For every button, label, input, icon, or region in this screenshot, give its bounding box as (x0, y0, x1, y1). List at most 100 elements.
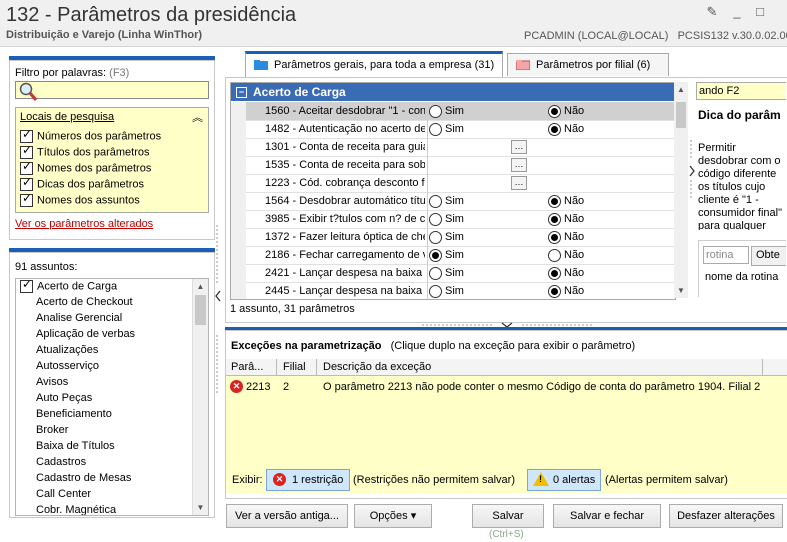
scroll-up-icon[interactable]: ▲ (674, 82, 688, 97)
subjects-list[interactable]: Acerto de Carga Acerto de Checkout Anali… (15, 278, 209, 516)
restrictions-button[interactable]: ✕ 1 restrição (266, 469, 350, 491)
scroll-up-icon[interactable]: ▲ (193, 279, 208, 294)
radio-sim[interactable] (429, 267, 442, 280)
param-row[interactable]: 1301 - Conta de receita para guia … (231, 138, 675, 157)
exception-row[interactable]: ✕ 2213 2 O parâmetro 2213 não pode conte… (226, 377, 766, 395)
exception-filial: 2 (283, 381, 290, 393)
lookup-button[interactable]: … (511, 158, 527, 172)
param-row[interactable]: 1535 - Conta de receita para sobr … (231, 156, 675, 175)
undo-changes-button[interactable]: Desfazer alterações (669, 504, 783, 528)
left-splitter[interactable] (214, 225, 222, 395)
collapse-icon[interactable]: − (236, 87, 247, 98)
radio-nao[interactable] (548, 285, 561, 298)
subjects-panel: 91 assuntos: Acerto de Carga Acerto de C… (9, 252, 215, 518)
subject-item[interactable]: Acerto de Checkout (36, 296, 133, 312)
collapse-icon[interactable]: ︽ (192, 109, 203, 125)
maximize-icon[interactable]: □ (751, 4, 769, 19)
dropdown-arrow-icon: ▾ (410, 510, 417, 522)
param-row[interactable]: 2186 - Fechar carregamento de v Sim Não (231, 246, 675, 265)
subject-item[interactable]: Auto Peças (36, 392, 92, 408)
subject-item[interactable]: Cadastro de Mesas (36, 472, 131, 488)
subject-item[interactable]: Aplicação de verbas (36, 328, 135, 344)
param-row[interactable]: 1482 - Autenticação no acerto de Sim Não (231, 120, 675, 139)
rotina-input[interactable]: rotina (703, 246, 749, 264)
param-row[interactable]: 1372 - Fazer leitura óptica de che Sim N… (231, 228, 675, 247)
subject-item[interactable]: Avisos (36, 376, 68, 392)
subject-item[interactable]: Cobr. Magnética (36, 504, 116, 515)
edit-icon[interactable]: ✎ (703, 4, 721, 20)
tab-general-params[interactable]: Parâmetros gerais, para toda a empresa (… (245, 51, 503, 78)
subject-item[interactable]: Analise Gerencial (36, 312, 122, 328)
radio-label: Não (564, 123, 585, 135)
param-row[interactable]: 2445 - Lançar despesa na baixa a Sim Não (231, 282, 675, 299)
radio-nao[interactable] (548, 267, 561, 280)
subject-item[interactable]: Cadastros (36, 456, 86, 472)
subject-item[interactable]: Autosserviço (36, 360, 99, 376)
params-grid: − Acerto de Carga 1560 - Aceitar desdobra… (230, 82, 676, 300)
subject-item[interactable]: Baixa de Títulos (36, 440, 115, 456)
subject-item[interactable]: Atualizações (36, 344, 98, 360)
column-filial[interactable]: Filial (283, 361, 306, 373)
radio-sim[interactable] (429, 249, 442, 262)
save-close-button[interactable]: Salvar e fechar (553, 504, 661, 528)
options-button[interactable]: Opções ▾ (354, 504, 432, 528)
location-checkbox[interactable]: Dicas dos parâmetros (20, 175, 144, 194)
location-checkbox[interactable]: Números dos parâmetros (20, 127, 161, 146)
column-description[interactable]: Descrição da exceção (323, 361, 431, 373)
scroll-thumb[interactable] (676, 102, 686, 128)
lookup-button[interactable]: … (511, 176, 527, 190)
location-checkbox[interactable]: Nomes dos assuntos (20, 191, 140, 210)
radio-sim[interactable] (429, 195, 442, 208)
rotina-placeholder: rotina (706, 249, 734, 261)
location-checkbox[interactable]: Títulos dos parâmetros (20, 143, 150, 162)
subjects-scrollbar[interactable]: ▲ ▼ (192, 279, 208, 515)
column-param[interactable]: Parâ... (231, 361, 263, 373)
scroll-down-icon[interactable]: ▼ (193, 500, 208, 515)
exceptions-title: Exceções na parametrização (231, 340, 382, 352)
params-scrollbar[interactable]: ▲ ▼ (674, 82, 688, 298)
radio-sim[interactable] (429, 123, 442, 136)
param-row[interactable]: 1223 - Cód. cobrança desconto fi … (231, 174, 675, 193)
radio-nao[interactable] (548, 231, 561, 244)
alerts-button[interactable]: 0 alertas (527, 469, 601, 491)
param-row[interactable]: 1560 - Aceitar desdobrar "1 - con Sim Nã… (231, 102, 675, 121)
radio-sim[interactable] (429, 285, 442, 298)
param-row[interactable]: 1564 - Desdobrar automático títul Sim Nã… (231, 192, 675, 211)
radio-sim[interactable] (429, 213, 442, 226)
filter-shortcut: (F3) (109, 67, 130, 79)
param-name: 1560 - Aceitar desdobrar "1 - con (265, 105, 425, 117)
altered-params-link[interactable]: Ver os parâmetros alterados (15, 218, 153, 230)
restrictions-note: (Restrições não permitem salvar) (353, 474, 515, 486)
radio-nao[interactable] (548, 249, 561, 262)
tab-branch-params[interactable]: Parâmetros por filial (6) (507, 53, 669, 76)
obter-button[interactable]: Obte (751, 246, 786, 266)
tab-strip: Parâmetros gerais, para toda a empresa (… (225, 47, 787, 78)
minimize-icon[interactable]: _ (728, 4, 746, 19)
hint-splitter[interactable] (688, 140, 696, 200)
radio-nao[interactable] (548, 105, 561, 118)
old-version-button[interactable]: Ver a versão antiga... (226, 504, 348, 528)
radio-nao[interactable] (548, 123, 561, 136)
subject-item[interactable]: Beneficiamento (36, 408, 112, 424)
lookup-button[interactable]: … (511, 140, 527, 154)
exception-param: 2213 (246, 381, 271, 393)
param-row[interactable]: 2421 - Lançar despesa na baixa a Sim Não (231, 264, 675, 283)
save-button[interactable]: Salvar (472, 504, 544, 528)
search-input[interactable] (15, 81, 209, 101)
subject-item[interactable]: Call Center (36, 488, 91, 504)
subject-item-acerto-de-carga[interactable]: Acerto de Carga (20, 279, 117, 296)
scroll-thumb[interactable] (195, 295, 206, 325)
version-label: PCSIS132 v.30.0.02.005 (677, 30, 787, 42)
radio-sim[interactable] (429, 105, 442, 118)
error-icon: ✕ (273, 473, 286, 486)
location-checkbox[interactable]: Nomes dos parâmetros (20, 159, 151, 178)
scroll-down-icon[interactable]: ▼ (674, 283, 688, 298)
location-label: Nomes dos assuntos (37, 194, 140, 207)
radio-sim[interactable] (429, 231, 442, 244)
param-name: 2421 - Lançar despesa na baixa a (265, 267, 425, 279)
group-header[interactable]: − Acerto de Carga (231, 83, 675, 101)
param-row[interactable]: 3985 - Exibir t?tulos com n? de ca Sim N… (231, 210, 675, 229)
subject-item[interactable]: Broker (36, 424, 68, 440)
radio-nao[interactable] (548, 213, 561, 226)
radio-nao[interactable] (548, 195, 561, 208)
